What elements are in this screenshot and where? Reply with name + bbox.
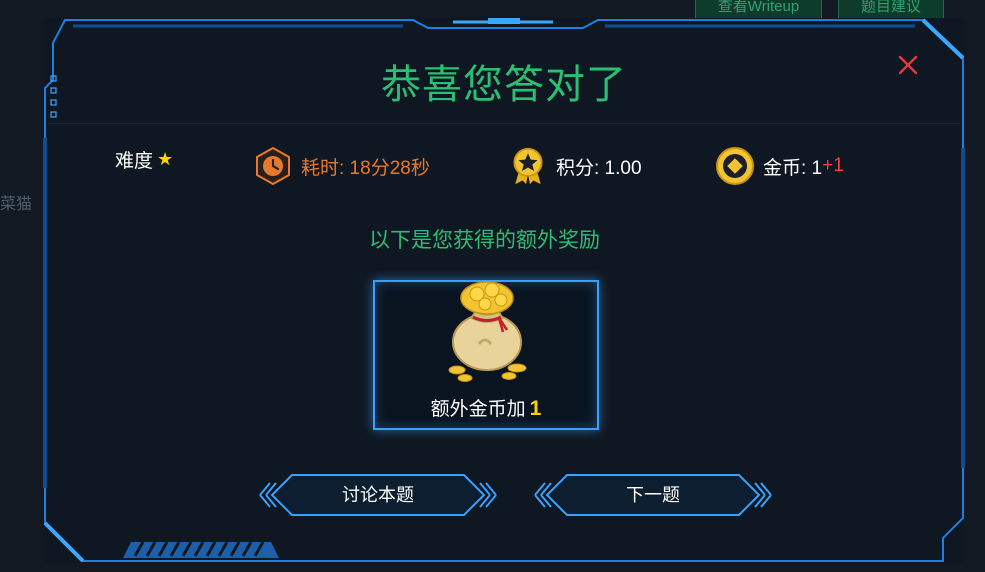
coins-stat: 金币: 1 +1 — [715, 146, 844, 186]
medal-icon — [513, 147, 543, 185]
clock-icon — [256, 146, 290, 186]
success-modal: 恭喜您答对了 难度 ★ 耗时: 18分28秒 积分: 1.00 金币: 1 +1… — [43, 18, 965, 563]
reward-card: 额外金币加 1 — [373, 280, 599, 430]
discuss-button-label: 讨论本题 — [342, 485, 414, 505]
time-value: 耗时: 18分28秒 — [301, 157, 430, 179]
discuss-button[interactable]: 讨论本题 — [258, 472, 498, 518]
coin-icon — [716, 147, 754, 185]
extra-reward-subtitle: 以下是您获得的额外奖励 — [369, 229, 600, 252]
reward-text: 额外金币加 — [430, 399, 526, 420]
title-divider — [48, 123, 960, 124]
modal-title: 恭喜您答对了 — [381, 63, 627, 107]
writeup-tab[interactable]: 查看Writeup — [695, 0, 822, 20]
reward-amount: 1 — [529, 397, 542, 420]
next-button-label: 下一题 — [626, 485, 680, 505]
coins-value: 金币: 1 — [763, 157, 823, 179]
reward-label: 额外金币加 1 — [375, 394, 597, 421]
difficulty-label: 难度 — [115, 151, 154, 172]
coins-bonus: +1 — [822, 155, 844, 176]
suggestion-tab[interactable]: 题目建议 — [838, 0, 944, 20]
star-icon: ★ — [157, 149, 174, 169]
background-side-text: 菜猫 — [0, 196, 33, 213]
close-icon[interactable] — [895, 52, 921, 78]
money-bag-icon — [448, 281, 527, 382]
difficulty-stat: 难度 ★ — [115, 146, 173, 173]
points-value: 积分: 1.00 — [556, 157, 642, 179]
time-stat: 耗时: 18分28秒 — [253, 146, 430, 186]
points-stat: 积分: 1.00 — [508, 146, 642, 186]
next-question-button[interactable]: 下一题 — [533, 472, 773, 518]
